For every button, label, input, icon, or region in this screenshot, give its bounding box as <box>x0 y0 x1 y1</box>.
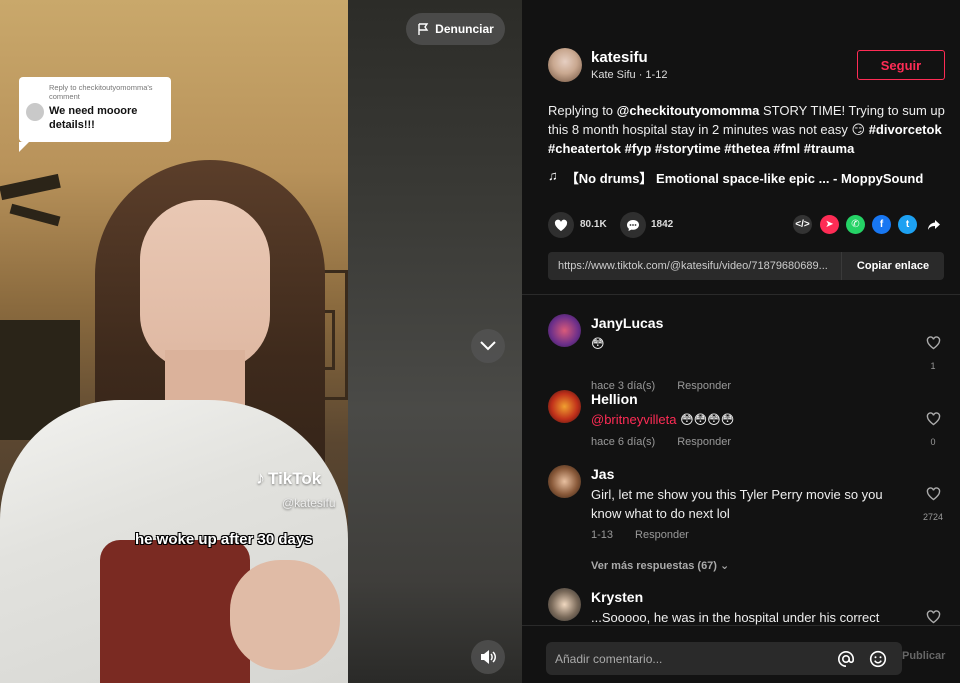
video-player[interactable]: Reply to checkitoutyomomma's comment We … <box>0 0 522 683</box>
chevron-down-icon <box>480 341 496 351</box>
video-caption: he woke up after 30 days <box>135 531 313 548</box>
reply-button[interactable]: Responder <box>635 529 689 541</box>
comment-item: Krysten ...Sooooo, he was in the hospita… <box>548 588 948 625</box>
video-frame[interactable]: Reply to checkitoutyomomma's comment We … <box>0 0 348 683</box>
comment-input-box[interactable] <box>546 642 902 675</box>
heart-icon <box>554 219 568 231</box>
description-emoji: 😏 <box>851 122 866 137</box>
person-hand <box>230 560 340 670</box>
heart-outline-icon <box>926 487 940 501</box>
reply-comment-sticker: Reply to checkitoutyomomma's comment We … <box>19 77 171 152</box>
comment-author[interactable]: Hellion <box>591 391 638 407</box>
comment-meta: hace 6 día(s) Responder <box>591 436 731 448</box>
share-arrow-icon[interactable] <box>924 215 943 234</box>
comment-like[interactable] <box>918 610 948 625</box>
reply-comment-text: We need mooore details!!! <box>49 105 138 131</box>
comment-item: Jas Girl, let me show you this Tyler Per… <box>548 465 948 575</box>
comment-like-count: 2724 <box>922 512 944 522</box>
copy-link-button[interactable]: Copiar enlace <box>841 252 944 280</box>
video-url[interactable]: https://www.tiktok.com/@katesifu/video/7… <box>548 260 841 272</box>
music-note-icon: ♫ <box>548 168 558 183</box>
volume-button[interactable] <box>471 640 505 674</box>
follow-button[interactable]: Seguir <box>857 50 945 80</box>
comment-item: Hellion @britneyvilleta 😳😳😳😳 hace 6 día(… <box>548 390 948 460</box>
person-top <box>100 540 250 683</box>
person-face <box>140 200 270 370</box>
music-link[interactable]: ♫ 【No drums】 Emotional space-like epic .… <box>548 168 923 187</box>
report-label: Denunciar <box>435 22 494 36</box>
comment-text: Girl, let me show you this Tyler Perry m… <box>591 487 883 521</box>
watermark-brand: TikTok <box>268 469 322 488</box>
like-count: 80.1K <box>580 219 607 230</box>
flag-icon <box>418 22 429 35</box>
comment-bubble-icon <box>627 219 639 231</box>
comment-input[interactable] <box>555 651 825 666</box>
comment-emojis: 😳😳😳😳 <box>680 412 735 427</box>
reply-avatar <box>26 103 44 121</box>
comment-like[interactable]: 1 <box>918 336 948 371</box>
comment-text: ...Sooooo, he was in the hospital under … <box>591 610 880 625</box>
comment-text: 😳 <box>591 336 605 351</box>
heart-outline-icon <box>926 412 940 426</box>
comment-time: 1-13 <box>591 529 614 541</box>
chevron-down-icon: ⌄ <box>720 560 730 572</box>
reply-prefix: Replying to <box>548 103 614 118</box>
send-icon[interactable]: ➤ <box>820 215 839 234</box>
twitter-icon[interactable]: t <box>898 215 917 234</box>
avatar[interactable] <box>548 48 582 82</box>
view-more-replies-label[interactable]: Ver más respuestas (67) <box>591 560 717 572</box>
comment-like-count: 0 <box>930 437 936 447</box>
comment-count: 1842 <box>651 219 674 230</box>
whatsapp-icon[interactable]: ✆ <box>846 215 865 234</box>
comment-input-bar: Publicar <box>522 625 960 683</box>
avatar[interactable] <box>548 314 581 347</box>
comment-like-count: 1 <box>930 361 936 371</box>
mention-link[interactable]: @checkitoutyomomma <box>617 103 760 118</box>
heart-outline-icon <box>926 336 940 350</box>
comment-author[interactable]: Jas <box>591 466 614 482</box>
embed-icon[interactable]: </> <box>793 215 812 234</box>
music-title[interactable]: 【No drums】 Emotional space-like epic ...… <box>566 168 924 187</box>
volume-icon <box>481 650 496 664</box>
like-button[interactable] <box>548 212 574 238</box>
comment-author[interactable]: JanyLucas <box>591 315 663 331</box>
avatar[interactable] <box>548 390 581 423</box>
publish-button[interactable]: Publicar <box>902 650 945 662</box>
reply-to-label: Reply to checkitoutyomomma's comment <box>49 83 153 101</box>
emoji-icon[interactable] <box>868 649 887 668</box>
comment-item: JanyLucas 😳 hace 3 día(s) Responder 1 <box>548 314 948 392</box>
comment-mention[interactable]: @britneyvilleta <box>591 412 676 427</box>
video-details-panel: katesifu Kate Sifu · 1-12 Seguir Replyin… <box>522 0 960 683</box>
comment-like[interactable]: 2724 <box>918 487 948 522</box>
video-description: Replying to @checkitoutyomomma STORY TIM… <box>548 101 948 158</box>
ceiling-fan-blade <box>0 173 61 201</box>
watermark-username: @katesifu <box>282 496 336 510</box>
comment-time: hace 6 día(s) <box>591 436 656 448</box>
heart-outline-icon <box>926 610 940 624</box>
author-handle[interactable]: katesifu <box>591 49 667 66</box>
comment-list[interactable]: JanyLucas 😳 hace 3 día(s) Responder 1 He… <box>522 295 960 625</box>
next-video-button[interactable] <box>471 329 505 363</box>
avatar[interactable] <box>548 588 581 621</box>
ceiling-fan-blade <box>9 203 61 227</box>
author-info[interactable]: katesifu Kate Sifu · 1-12 <box>548 48 667 82</box>
comment-button[interactable] <box>620 212 646 238</box>
share-link-row: https://www.tiktok.com/@katesifu/video/7… <box>548 252 944 280</box>
comment-like[interactable]: 0 <box>918 412 948 447</box>
comment-text: @britneyvilleta 😳😳😳😳 <box>591 410 891 429</box>
mention-icon[interactable] <box>836 649 855 668</box>
reply-button[interactable]: Responder <box>677 436 731 448</box>
author-name-date: Kate Sifu · 1-12 <box>591 69 668 81</box>
comment-author[interactable]: Krysten <box>591 589 643 605</box>
tiktok-logo-icon: ♪ <box>256 468 265 488</box>
comment-meta: 1-13 Responder <box>591 529 689 541</box>
action-bar: 80.1K 1842 </> ➤ ✆ f t <box>548 211 946 239</box>
avatar[interactable] <box>548 465 581 498</box>
view-more-replies[interactable]: Ver más respuestas (67) ⌄ <box>591 559 729 572</box>
tiktok-watermark: ♪ TikTok <box>256 468 321 489</box>
facebook-icon[interactable]: f <box>872 215 891 234</box>
report-button[interactable]: Denunciar <box>406 13 505 45</box>
